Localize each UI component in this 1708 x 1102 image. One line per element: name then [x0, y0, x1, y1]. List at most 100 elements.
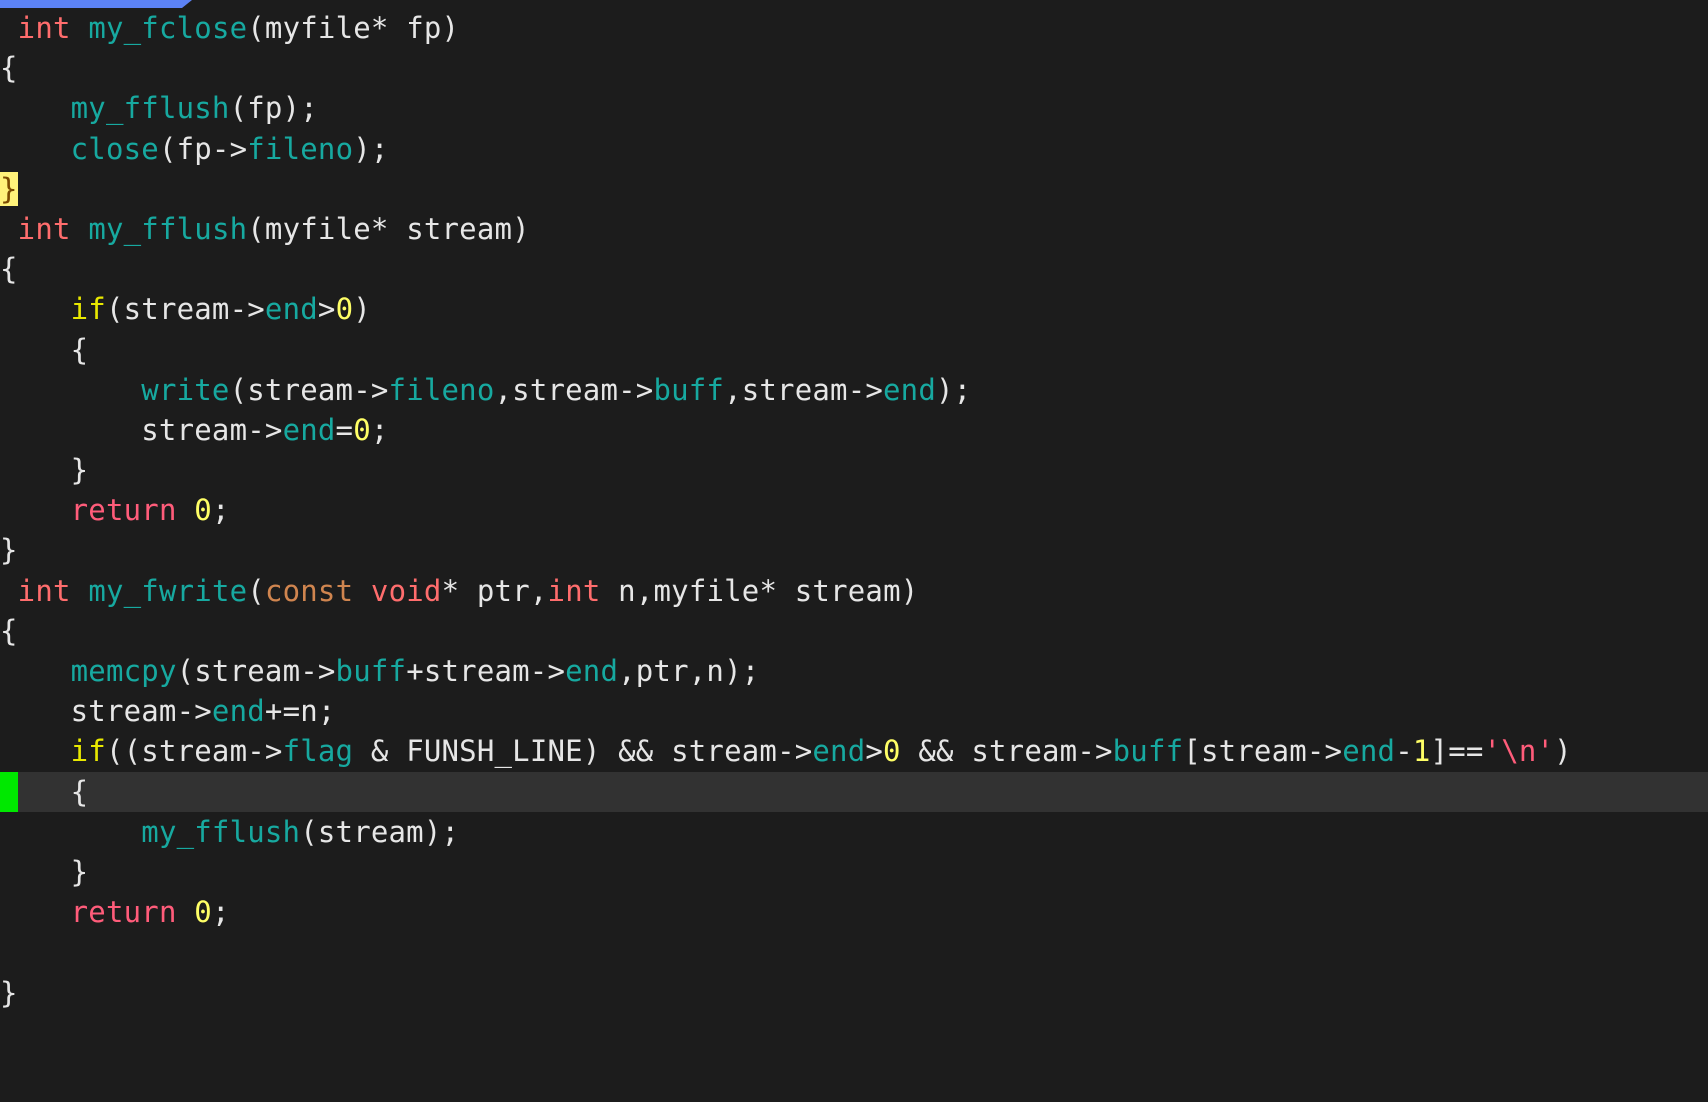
code-token: end	[565, 654, 619, 688]
code-token: }	[0, 533, 18, 568]
code-line-text: return 0;	[0, 892, 230, 932]
code-line[interactable]: {	[0, 771, 1708, 812]
code-line[interactable]: }	[0, 973, 1708, 1013]
code-line[interactable]: {	[0, 330, 1708, 370]
code-token: (fp);	[229, 91, 318, 126]
code-line[interactable]: return 0;	[0, 892, 1708, 932]
code-editor[interactable]: int my_fclose(myfile* fp){ my_fflush(fp)…	[0, 0, 1708, 1102]
code-line-text: }	[0, 530, 18, 570]
code-token: end	[812, 734, 866, 769]
code-line[interactable]: return 0;	[0, 490, 1708, 530]
code-line[interactable]: close(fp->fileno);	[0, 129, 1708, 169]
code-line[interactable]: write(stream->fileno,stream->buff,stream…	[0, 370, 1708, 410]
code-token: flag	[282, 734, 354, 769]
code-token: int	[547, 573, 601, 608]
code-token: ,ptr,n);	[618, 654, 760, 688]
code-token: ;	[370, 412, 389, 447]
code-line-text: close(fp->fileno);	[0, 129, 389, 169]
code-token: (myfile* stream)	[247, 211, 530, 246]
code-token: }	[0, 453, 89, 488]
code-token: end	[211, 694, 265, 729]
code-line[interactable]: int my_fclose(myfile* fp)	[0, 8, 1708, 48]
code-token: buff	[1112, 734, 1184, 769]
code-token: buff	[653, 372, 725, 407]
code-line[interactable]: my_fflush(fp);	[0, 88, 1708, 128]
code-token: 0	[883, 734, 901, 769]
code-token: 1	[1412, 734, 1431, 769]
code-token: )	[1554, 734, 1572, 769]
code-token: fileno	[388, 372, 495, 407]
code-token: return	[70, 493, 177, 528]
code-line[interactable]: if((stream->flag & FUNSH_LINE) && stream…	[0, 731, 1708, 771]
code-line-text: if(stream->end>0)	[0, 289, 371, 329]
code-token: end	[282, 412, 336, 447]
code-token: ]==	[1430, 734, 1484, 769]
code-line[interactable]: stream->end=0;	[0, 410, 1708, 450]
code-token: {	[0, 252, 18, 287]
code-token: return	[70, 895, 177, 930]
code-token: && stream->	[900, 734, 1113, 769]
code-token: int	[17, 211, 71, 246]
code-line[interactable]: {	[0, 611, 1708, 651]
code-line-text: }	[0, 852, 88, 892]
code-token: void	[370, 573, 442, 608]
code-token: +stream->	[406, 654, 566, 688]
code-token: +=n;	[264, 694, 336, 729]
code-line-text: int my_fwrite(const void* ptr,int n,myfi…	[0, 571, 919, 611]
code-line-text: }	[0, 973, 18, 1013]
code-token: buff	[335, 654, 407, 688]
code-token: {	[0, 613, 18, 648]
code-token: }	[0, 975, 18, 1010]
code-line[interactable]: my_fflush(stream);	[0, 812, 1708, 852]
code-token: if	[70, 292, 106, 327]
code-token: ,stream->	[494, 372, 654, 407]
code-token: my_fflush	[70, 91, 230, 126]
code-line-text: write(stream->fileno,stream->buff,stream…	[0, 370, 971, 410]
code-token: const	[264, 573, 354, 608]
code-token: my_fwrite	[88, 573, 248, 608]
code-token: 0	[353, 412, 371, 447]
code-line-text: int my_fclose(myfile* fp)	[0, 8, 459, 48]
code-line-text: {	[0, 772, 88, 812]
code-token: ) && stream->	[582, 734, 813, 769]
code-line[interactable]	[0, 932, 1708, 972]
code-line[interactable]: stream->end+=n;	[0, 691, 1708, 731]
code-token: ;	[211, 895, 230, 930]
code-line[interactable]: }	[0, 169, 1708, 209]
code-line-text: }	[0, 169, 18, 209]
code-token: 0	[335, 292, 354, 327]
code-line[interactable]: {	[0, 249, 1708, 289]
code-text-area[interactable]: int my_fclose(myfile* fp){ my_fflush(fp)…	[0, 8, 1708, 1102]
code-token: end	[883, 372, 936, 407]
code-line[interactable]: int my_fflush(myfile* stream)	[0, 209, 1708, 249]
code-token: if	[70, 734, 106, 769]
code-line[interactable]: if(stream->end>0)	[0, 289, 1708, 329]
code-line-text: stream->end+=n;	[0, 691, 336, 731]
code-token: -	[1395, 734, 1413, 769]
code-line-text: if((stream->flag & FUNSH_LINE) && stream…	[0, 731, 1572, 771]
code-line[interactable]: int my_fwrite(const void* ptr,int n,myfi…	[0, 571, 1708, 611]
code-token: (stream->	[229, 372, 389, 407]
code-token: (stream->	[105, 292, 265, 327]
code-token: ,stream->	[724, 372, 884, 407]
code-line[interactable]: }	[0, 852, 1708, 892]
code-token: memcpy	[70, 654, 177, 688]
code-line[interactable]: }	[0, 450, 1708, 490]
code-token: my_fflush	[88, 211, 248, 246]
sign-column	[0, 932, 18, 972]
code-line[interactable]: {	[0, 48, 1708, 88]
code-line[interactable]: }	[0, 530, 1708, 570]
code-token: end	[264, 292, 318, 327]
code-line-text: int my_fflush(myfile* stream)	[0, 209, 530, 249]
code-line[interactable]: memcpy(stream->buff+stream->end,ptr,n);	[0, 651, 1708, 691]
code-line-text: }	[0, 450, 88, 490]
